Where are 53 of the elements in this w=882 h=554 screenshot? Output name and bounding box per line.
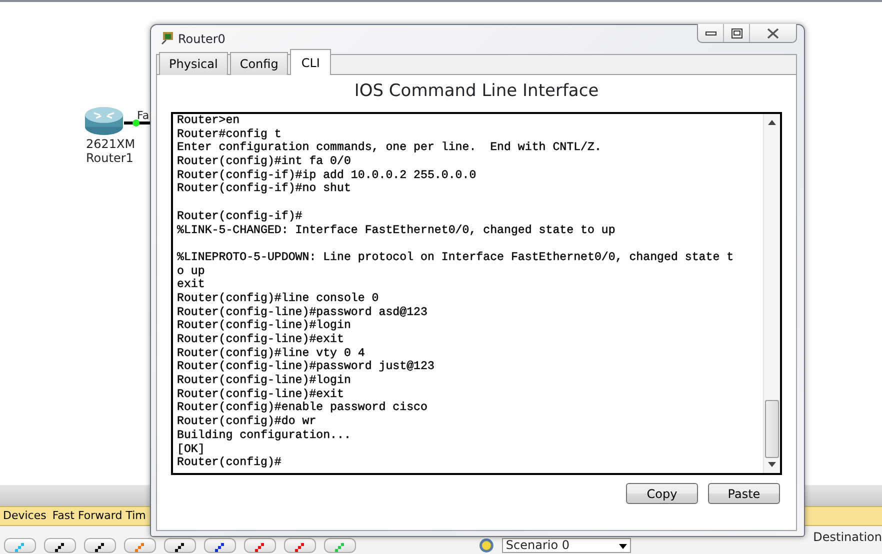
maximize-icon xyxy=(730,28,742,38)
scroll-down-icon[interactable] xyxy=(768,462,776,467)
cable-button[interactable] xyxy=(84,538,116,553)
terminal-line: o up xyxy=(177,264,206,278)
terminal-line: Router(config)#enable password cisco xyxy=(177,401,428,416)
terminal-line: %LINK-5-CHANGED: Interface FastEthernet0/0, changed state to up xyxy=(177,224,616,238)
copy-button[interactable]: Copy xyxy=(626,483,698,504)
terminal-line: Router(config-line)#login xyxy=(177,374,352,388)
terminal-line: Router(config)#line console 0 xyxy=(177,292,380,306)
terminal-line: Router(config)#line vty 0 4 xyxy=(177,346,366,360)
port-label: Fa xyxy=(137,110,150,122)
terminal-line: %LINEPROTO-5-UPDOWN: Line protocol on Interface FastEthernet0/0, changed state t xyxy=(177,250,734,265)
terminal-line: Router(config-line)#exit xyxy=(177,388,345,402)
window-icon xyxy=(160,31,174,45)
caret-icon xyxy=(619,544,628,549)
terminal-line: Router>en xyxy=(177,114,241,128)
device-name: Router1 xyxy=(86,151,134,165)
scenario-dropdown[interactable]: Scenario 0 xyxy=(502,538,632,553)
scrollbar-thumb[interactable] xyxy=(765,400,779,458)
terminal-line: Router#config t xyxy=(177,128,282,142)
tab[interactable]: CLI xyxy=(290,49,331,75)
link-line xyxy=(124,119,150,127)
info-icon xyxy=(479,538,494,553)
cable-button[interactable] xyxy=(204,538,236,553)
tab[interactable]: Config xyxy=(230,52,288,75)
close-icon xyxy=(767,28,779,38)
cable-button[interactable] xyxy=(164,538,196,553)
terminal-line: Router(config-if)#no shut xyxy=(177,182,352,196)
terminal-line: Router(config-if)# xyxy=(177,210,304,224)
terminal-line: Router(config-if)#ip add 10.0.0.2 255.0.0.0 xyxy=(177,168,478,182)
terminal-line: [OK] xyxy=(177,442,206,456)
toolbar-label[interactable]: Fast Forward Tim xyxy=(52,507,146,525)
toolbar-label[interactable]: Devices xyxy=(3,507,46,525)
terminal-line: Enter configuration commands, one per line. End with CNTL/Z. xyxy=(177,141,602,156)
device-model: 2621XM xyxy=(86,137,136,151)
panel-heading: IOS Command Line Interface xyxy=(353,80,600,102)
scrollbar[interactable] xyxy=(763,114,780,473)
terminal-line: Router(config-line)#password asd@123 xyxy=(177,306,428,320)
terminal-line: Building configuration... xyxy=(177,428,352,442)
terminal-line: Router(config-line)#password just@123 xyxy=(177,360,436,374)
window-title: Router0 xyxy=(178,31,226,48)
cable-button[interactable] xyxy=(44,538,76,553)
terminal-line: Router(config)#do wr xyxy=(177,415,318,429)
tab[interactable]: Physical xyxy=(159,52,228,75)
scroll-up-icon[interactable] xyxy=(768,120,776,125)
column-header: Destination xyxy=(813,529,882,546)
terminal-line: Router(config)# xyxy=(177,456,282,470)
paste-button[interactable]: Paste xyxy=(708,483,780,504)
terminal-line: exit xyxy=(177,278,206,292)
terminal-line: Router(config)#int fa 0/0 xyxy=(177,155,352,169)
terminal-line: Router(config-line)#exit xyxy=(177,333,345,347)
router-icon[interactable] xyxy=(84,106,124,136)
terminal-line: Router(config-line)#login xyxy=(177,319,352,333)
